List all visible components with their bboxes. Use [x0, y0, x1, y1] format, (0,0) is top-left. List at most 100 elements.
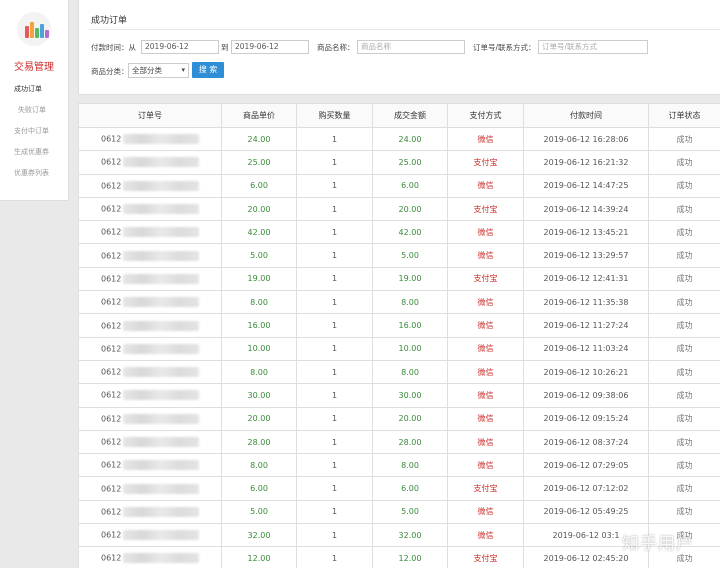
status-cell-text: 成功	[676, 204, 693, 214]
redacted-order-number	[123, 227, 200, 238]
sidebar-item-success-orders[interactable]: 成功订单	[14, 84, 42, 94]
unit-price-cell: 20.00	[221, 406, 297, 431]
amount-cell-text: 8.00	[401, 367, 419, 377]
amount-cell-text: 16.00	[398, 321, 422, 331]
order-no-cell-text: 0612	[101, 181, 122, 191]
redacted-order-number	[123, 273, 200, 284]
quantity-cell-text: 1	[331, 367, 338, 377]
amount-cell-text: 12.00	[398, 553, 422, 563]
quantity-cell: 1	[296, 266, 373, 292]
redacted-order-number	[123, 483, 200, 494]
redacted-order-number	[123, 250, 200, 261]
order-no-cell-text: 0612	[101, 227, 122, 237]
table-row: 0612 10.00 1 10.00 微信 2019-06-12 11:03:24 成功	[78, 336, 720, 361]
quantity-cell: 1	[296, 336, 373, 361]
from-date-input[interactable]: 2019-06-12	[141, 40, 219, 54]
pay-method-cell: 支付宝	[447, 266, 524, 292]
order-no-cell-text: 0612	[101, 251, 122, 261]
amount-cell-text: 20.00	[398, 204, 422, 214]
search-button[interactable]: 搜 索	[192, 62, 224, 78]
order-no-cell: 0612	[78, 313, 222, 338]
to-date-input[interactable]: 2019-06-12	[231, 40, 309, 54]
quantity-cell-text: 1	[331, 530, 338, 540]
amount-cell: 8.00	[372, 290, 448, 315]
amount-cell: 19.00	[372, 266, 448, 292]
redacted-order-number	[123, 367, 200, 378]
pay-time-cell-text: 2019-06-12 14:47:25	[543, 181, 629, 191]
status-cell: 成功	[648, 173, 720, 198]
pay-method-cell-text: 微信	[477, 460, 494, 470]
amount-cell-text: 20.00	[398, 414, 422, 424]
redacted-order-number	[123, 553, 200, 564]
pay-method-cell: 支付宝	[447, 546, 524, 568]
pay-time-cell: 2019-06-12 11:35:38	[523, 290, 649, 315]
order-no-cell: 0612	[78, 243, 222, 268]
header-quantity: 购买数量	[296, 103, 373, 128]
redacted-order-number	[123, 437, 200, 447]
order-contact-input[interactable]: 订单号/联系方式	[538, 40, 648, 54]
quantity-cell-text: 1	[331, 227, 338, 237]
amount-cell-text: 6.00	[401, 181, 419, 191]
pay-time-cell: 2019-06-12 07:12:02	[523, 476, 649, 501]
quantity-cell: 1	[296, 429, 373, 455]
amount-cell: 10.00	[372, 336, 448, 361]
pay-time-cell: 2019-06-12 14:47:25	[523, 173, 649, 198]
pay-time-cell-text: 2019-06-12 13:45:21	[543, 227, 629, 237]
amount-cell-text: 30.00	[398, 390, 422, 400]
quantity-cell-text: 1	[331, 460, 338, 470]
sidebar-item-coupon-list[interactable]: 优惠券列表	[14, 168, 49, 178]
amount-cell: 8.00	[372, 453, 448, 478]
quantity-cell-text: 1	[331, 553, 338, 563]
unit-price-cell-text: 28.00	[247, 437, 271, 447]
quantity-cell-text: 1	[331, 321, 338, 331]
quantity-cell: 1	[296, 313, 373, 338]
quantity-cell-text: 1	[331, 134, 338, 144]
pay-method-cell-text: 微信	[477, 321, 494, 331]
unit-price-cell-text: 12.00	[247, 553, 271, 563]
pay-time-cell-text: 2019-06-12 03:1	[552, 530, 620, 540]
quantity-cell: 1	[296, 173, 373, 198]
unit-price-cell-text: 30.00	[247, 390, 271, 400]
pay-method-cell: 微信	[447, 290, 524, 315]
amount-cell: 28.00	[372, 429, 448, 455]
redacted-order-number	[123, 343, 200, 354]
unit-price-cell: 20.00	[221, 196, 297, 222]
to-label: 到	[221, 43, 229, 52]
unit-price-cell-text: 25.00	[247, 157, 271, 167]
redacted-order-number	[123, 506, 200, 517]
quantity-cell-text: 1	[331, 157, 338, 167]
redacted-order-number	[123, 297, 200, 308]
quantity-cell: 1	[296, 476, 373, 501]
status-cell-text: 成功	[676, 134, 693, 144]
order-no-cell-text: 0612	[101, 390, 122, 400]
redacted-order-number	[123, 204, 200, 215]
redacted-order-number	[123, 413, 200, 424]
product-name-input[interactable]: 商品名称	[357, 40, 465, 54]
order-no-cell: 0612	[78, 359, 222, 385]
order-no-cell: 0612	[78, 429, 222, 455]
unit-price-cell: 5.00	[221, 243, 297, 268]
unit-price-cell: 25.00	[221, 150, 297, 175]
sidebar-item-failed-orders[interactable]: 失败订单	[18, 105, 46, 115]
quantity-cell-text: 1	[331, 204, 338, 214]
pay-time-cell: 2019-06-12 11:27:24	[523, 313, 649, 338]
quantity-cell: 1	[296, 220, 373, 245]
quantity-cell-text: 1	[331, 251, 338, 261]
status-cell: 成功	[648, 243, 720, 268]
quantity-cell-text: 1	[331, 437, 338, 447]
table-row: 0612 24.00 1 24.00 微信 2019-06-12 16:28:06 成功	[78, 126, 720, 152]
amount-cell-text: 5.00	[401, 251, 419, 261]
sidebar-item-generate-coupon[interactable]: 生成优惠券	[14, 147, 49, 157]
status-cell: 成功	[648, 290, 720, 315]
header-unit-price: 商品单价	[221, 103, 297, 128]
category-select[interactable]: 全部分类 ▾	[128, 63, 189, 78]
divider	[89, 29, 720, 30]
pay-time-cell: 2019-06-12 07:29:05	[523, 453, 649, 478]
unit-price-cell: 8.00	[221, 453, 297, 478]
table-row: 0612 28.00 1 28.00 微信 2019-06-12 08:37:24 成功	[78, 429, 720, 455]
sidebar-item-paying-orders[interactable]: 支付中订单	[14, 126, 49, 136]
pay-time-cell-text: 2019-06-12 12:41:31	[543, 274, 629, 284]
pay-time-cell: 2019-06-12 13:29:57	[523, 243, 649, 268]
unit-price-cell-text: 19.00	[247, 274, 271, 284]
order-no-cell: 0612	[78, 476, 222, 501]
